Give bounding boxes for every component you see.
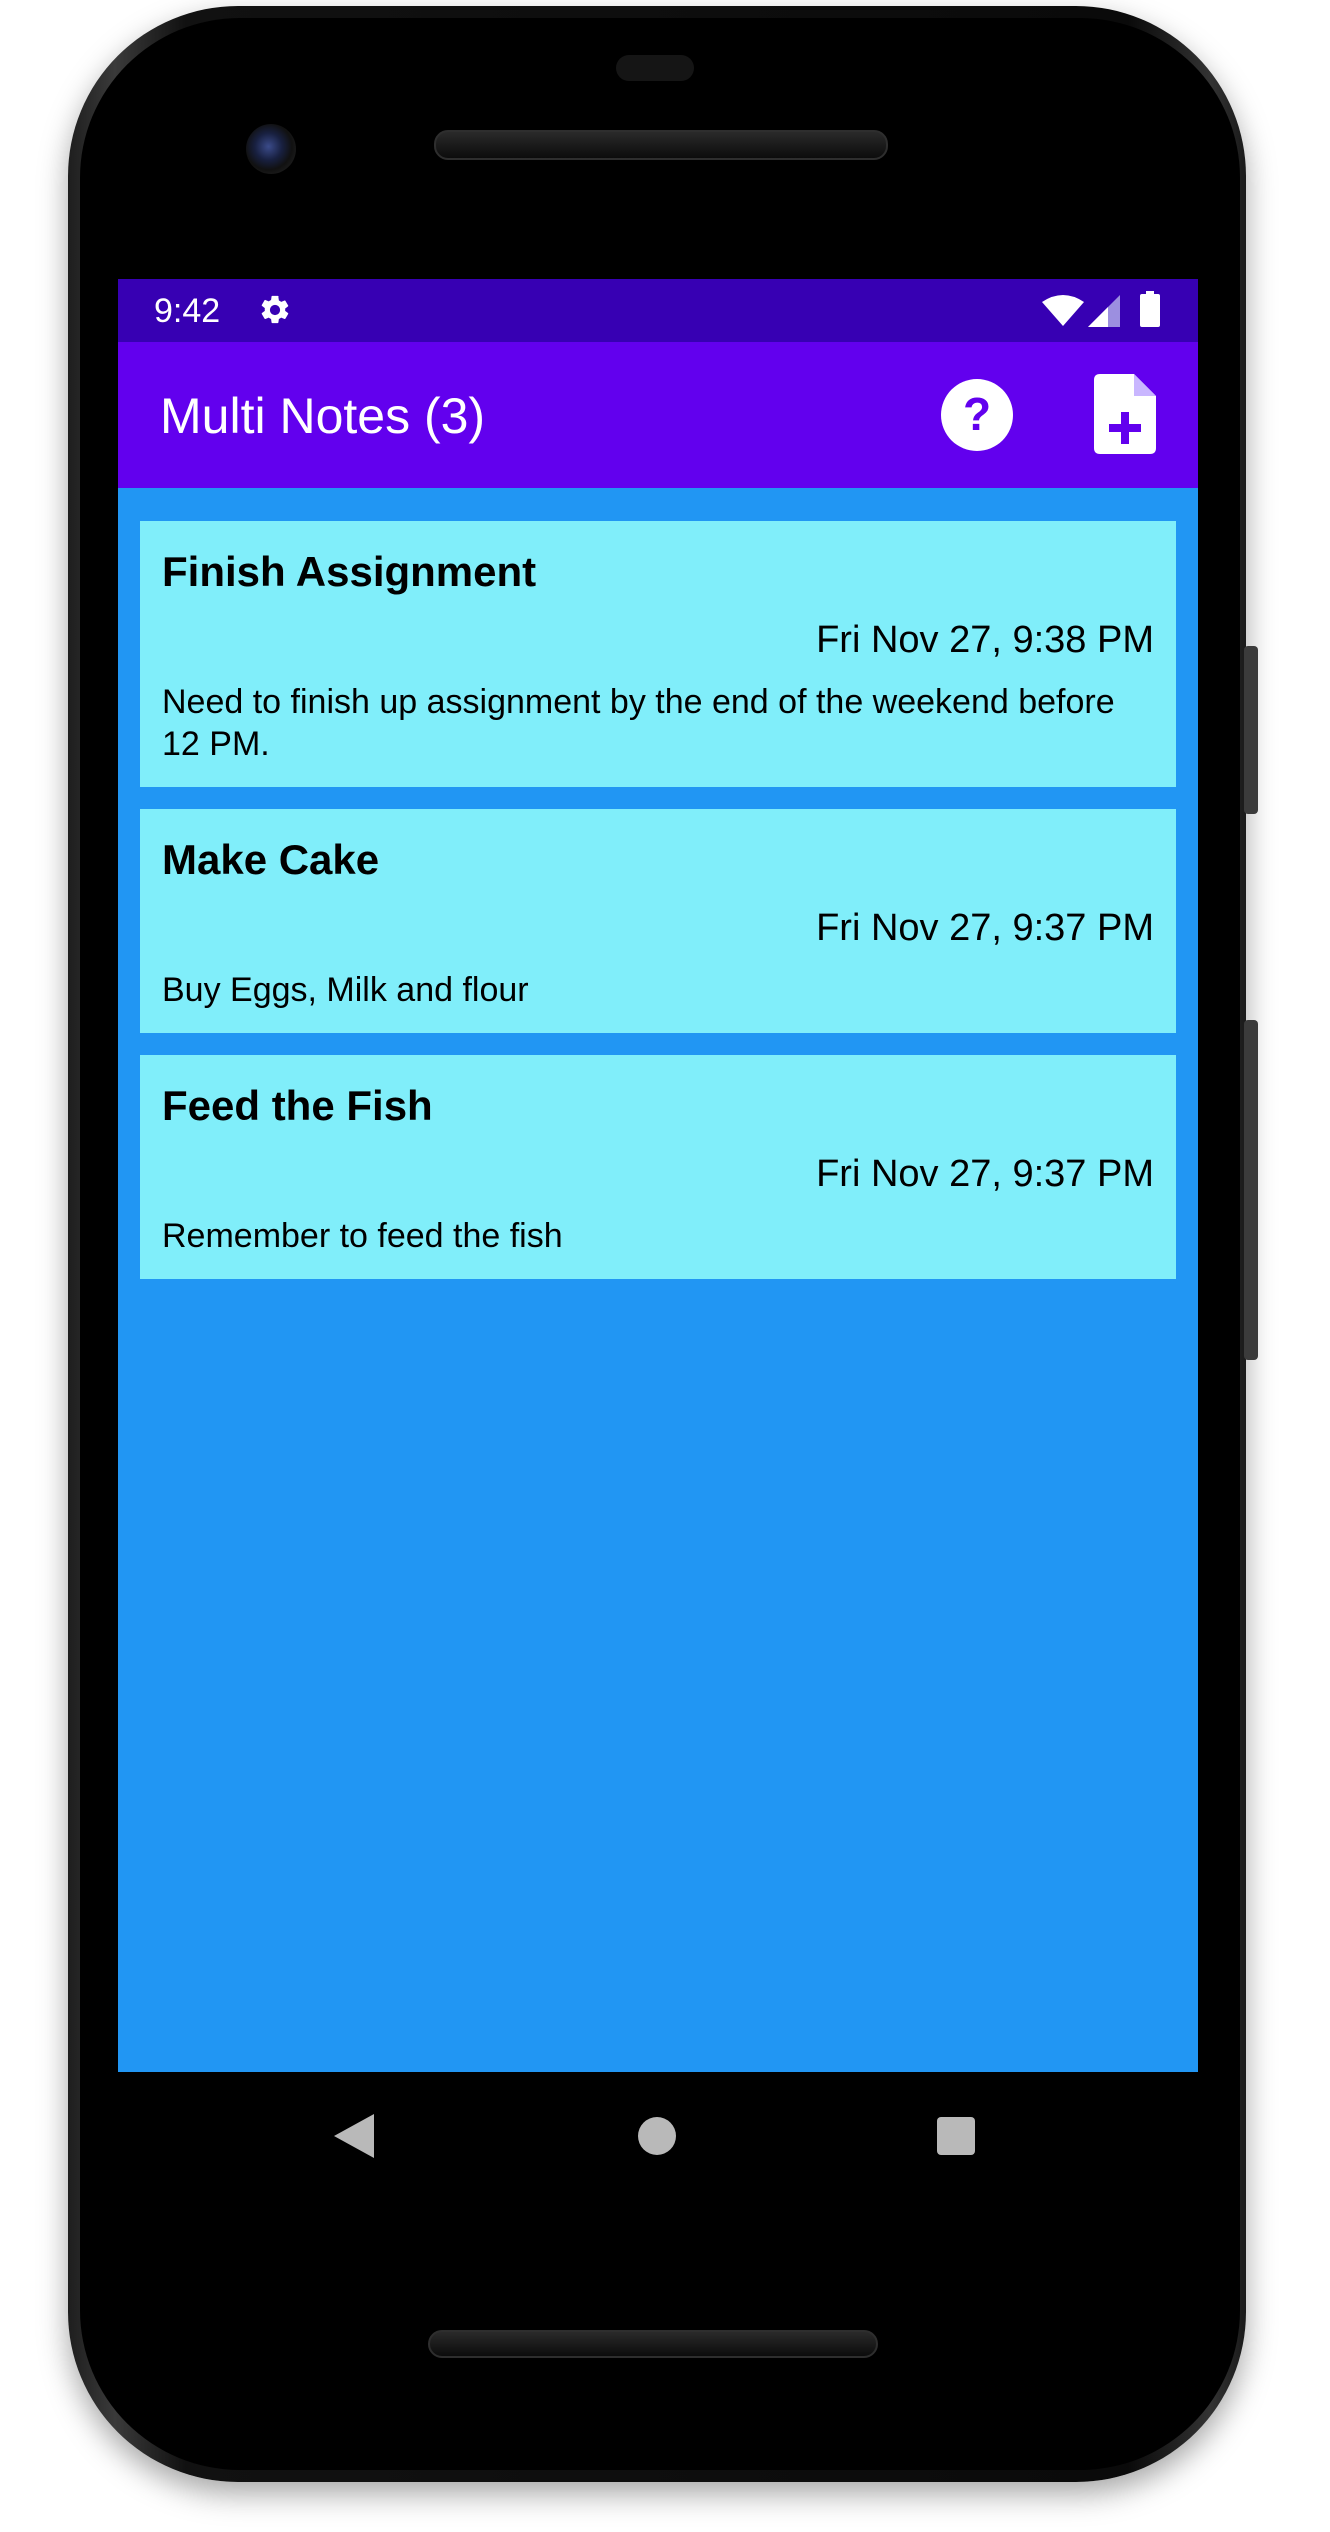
signal-icon — [1088, 295, 1120, 327]
note-card[interactable]: Feed the Fish Fri Nov 27, 9:37 PM Rememb… — [140, 1055, 1176, 1279]
note-date: Fri Nov 27, 9:37 PM — [816, 1153, 1154, 1195]
power-button — [1244, 646, 1258, 814]
app-title: Multi Notes (3) — [160, 388, 486, 444]
note-card[interactable]: Make Cake Fri Nov 27, 9:37 PM Buy Eggs, … — [140, 809, 1176, 1033]
new-note-icon — [1094, 374, 1156, 454]
note-body: Remember to feed the fish — [162, 1217, 563, 1255]
app-bar: Multi Notes (3) ? — [118, 342, 1198, 488]
note-title: Feed the Fish — [162, 1082, 433, 1129]
top-sensor — [616, 55, 694, 81]
note-date: Fri Nov 27, 9:37 PM — [816, 907, 1154, 949]
back-icon[interactable] — [334, 2114, 374, 2158]
notes-list: Finish Assignment Fri Nov 27, 9:38 PM Ne… — [140, 521, 1176, 1301]
gear-icon — [261, 295, 289, 324]
note-card[interactable]: Finish Assignment Fri Nov 27, 9:38 PM Ne… — [140, 521, 1176, 787]
screen: 9:42 Multi Notes (3) ? Finish Assignment… — [118, 279, 1198, 2072]
note-title: Finish Assignment — [162, 548, 537, 595]
status-time: 9:42 — [154, 292, 221, 330]
status-bar: 9:42 — [118, 279, 1198, 342]
note-body: Need to finish up assignment by the end … — [162, 683, 1115, 763]
wifi-icon — [1042, 295, 1084, 326]
new-note-button[interactable] — [1094, 374, 1156, 454]
note-body: Buy Eggs, Milk and flour — [162, 971, 529, 1009]
earpiece-speaker — [434, 130, 888, 160]
svg-text:?: ? — [963, 388, 991, 440]
home-icon[interactable] — [638, 2117, 676, 2155]
front-camera — [246, 124, 296, 174]
help-button[interactable]: ? — [940, 378, 1014, 452]
note-title: Make Cake — [162, 836, 380, 883]
recents-icon[interactable] — [937, 2117, 975, 2155]
help-circle-icon: ? — [941, 379, 1013, 451]
volume-button — [1244, 1020, 1258, 1360]
battery-icon — [1140, 291, 1160, 327]
note-date: Fri Nov 27, 9:38 PM — [816, 619, 1154, 661]
bottom-speaker — [428, 2330, 878, 2358]
